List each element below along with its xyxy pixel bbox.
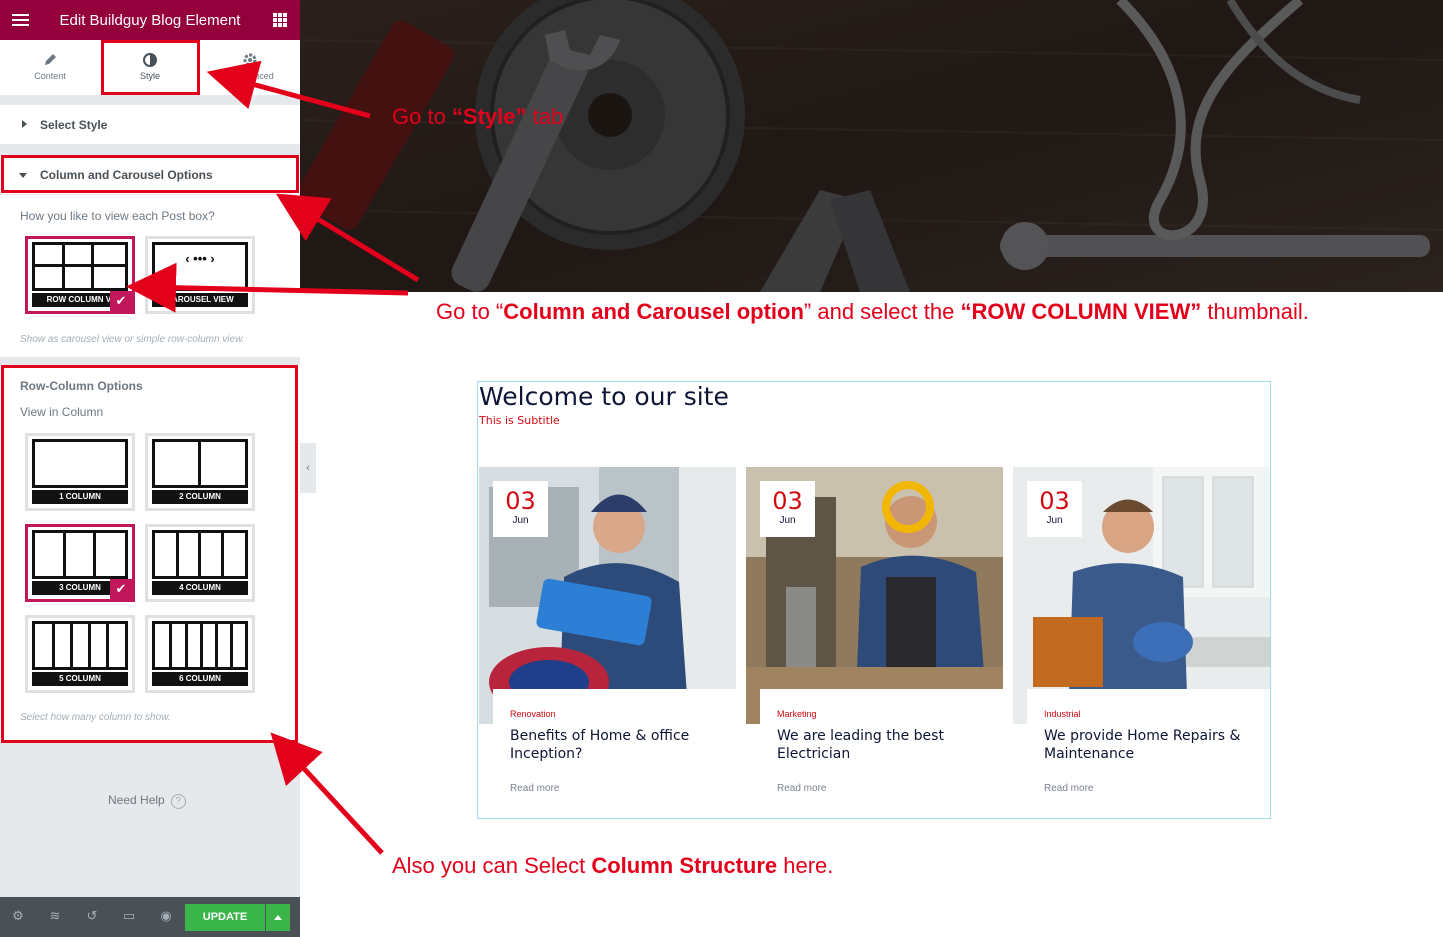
annotation-column-bold2: “ROW COLUMN VIEW” <box>960 299 1202 324</box>
arrow-to-column-structure <box>270 732 384 855</box>
annotation-column-structure: Also you can Select Column Structure her… <box>392 853 833 879</box>
annotation-structure-bold: Column Structure <box>591 853 778 878</box>
annotation-column-mid: ” and select the <box>803 299 961 324</box>
arrow-to-row-column-thumb <box>126 262 409 313</box>
annotation-style-bold: “Style” <box>451 104 527 129</box>
annotation-style-tab: Go to “Style” tab <box>392 104 563 130</box>
annotation-style-pre: Go to <box>392 104 452 129</box>
annotation-style-post: tab <box>526 104 564 129</box>
annotation-column-post: thumbnail. <box>1201 299 1309 324</box>
screen: Edit Buildguy Blog Element Content Style… <box>0 0 1443 937</box>
annotation-structure-pre: Also you can Select <box>392 853 592 878</box>
arrow-to-column-section <box>275 193 420 283</box>
annotation-column-pre: Go to “ <box>436 299 504 324</box>
annotation-arrows <box>126 60 420 855</box>
annotation-column-option: Go to “Column and Carousel option” and s… <box>436 299 1309 325</box>
arrow-to-style-tab <box>206 60 371 119</box>
annotation-column-bold1: Column and Carousel option <box>503 299 804 324</box>
annotation-structure-post: here. <box>777 853 834 878</box>
